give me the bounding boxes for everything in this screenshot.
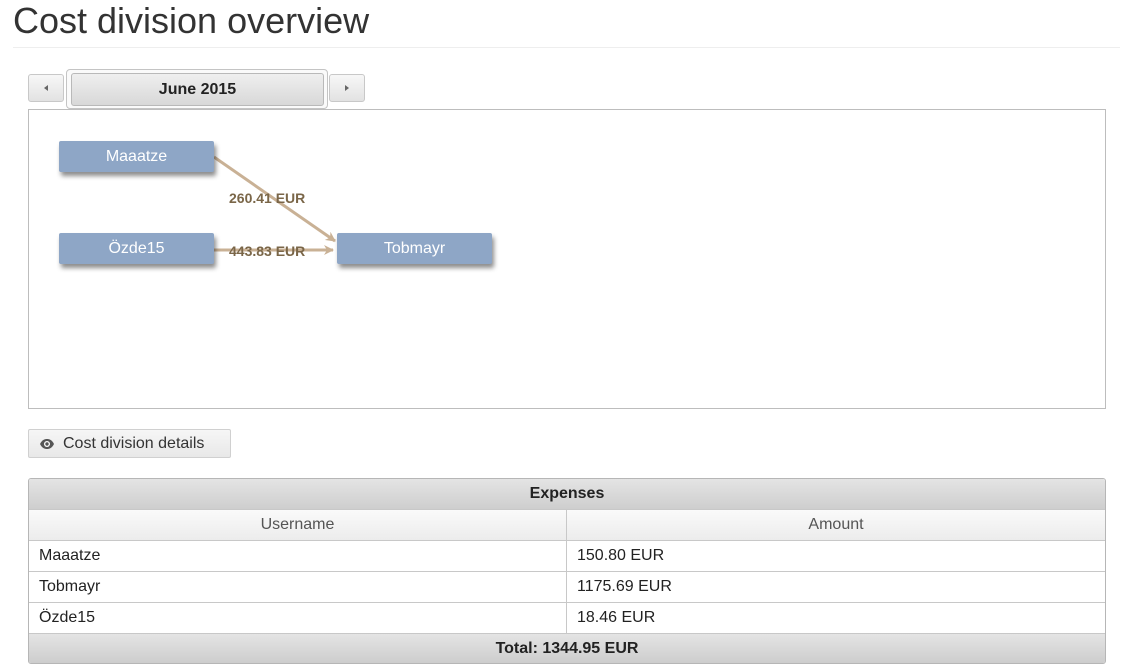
table-row: Özde15 18.46 EUR (29, 603, 1105, 634)
cost-division-details-button[interactable]: Cost division details (28, 429, 231, 458)
edge-label-maaatze-tobmayr: 260.41 EUR (229, 190, 306, 206)
table-row: Tobmayr 1175.69 EUR (29, 572, 1105, 603)
triangle-left-icon (44, 85, 48, 91)
node-tobmayr[interactable]: Tobmayr (337, 233, 492, 264)
node-maaatze[interactable]: Maaatze (59, 141, 214, 172)
previous-month-button[interactable] (28, 74, 64, 102)
expenses-caption: Expenses (29, 479, 1105, 510)
column-header-amount[interactable]: Amount (567, 510, 1105, 540)
amount-cell: 18.46 EUR (577, 609, 656, 626)
current-month-button[interactable]: June 2015 (71, 73, 324, 106)
username-cell: Maaatze (29, 541, 567, 571)
expenses-total: Total: 1344.95 EUR (29, 634, 1105, 663)
page-title: Cost division overview (13, 0, 370, 41)
node-ozde15[interactable]: Özde15 (59, 233, 214, 264)
amount-cell: 150.80 EUR (577, 547, 665, 564)
title-divider (13, 47, 1120, 48)
amount-cell: 1175.69 EUR (577, 578, 672, 595)
username-cell: Özde15 (29, 603, 567, 633)
expenses-header-row: Username Amount (29, 510, 1105, 541)
triangle-right-icon (345, 85, 349, 91)
cost-division-graph: Maaatze Özde15 Tobmayr 260.41 EUR 443.83… (28, 109, 1106, 409)
expenses-table: Expenses Username Amount Maaatze 150.80 … (28, 478, 1106, 664)
column-header-username[interactable]: Username (29, 510, 567, 540)
eye-icon (40, 438, 54, 449)
username-cell: Tobmayr (29, 572, 567, 602)
next-month-button[interactable] (329, 74, 365, 102)
details-button-label: Cost division details (63, 434, 205, 452)
edge-label-ozde15-tobmayr: 443.83 EUR (229, 243, 306, 259)
table-row: Maaatze 150.80 EUR (29, 541, 1105, 572)
